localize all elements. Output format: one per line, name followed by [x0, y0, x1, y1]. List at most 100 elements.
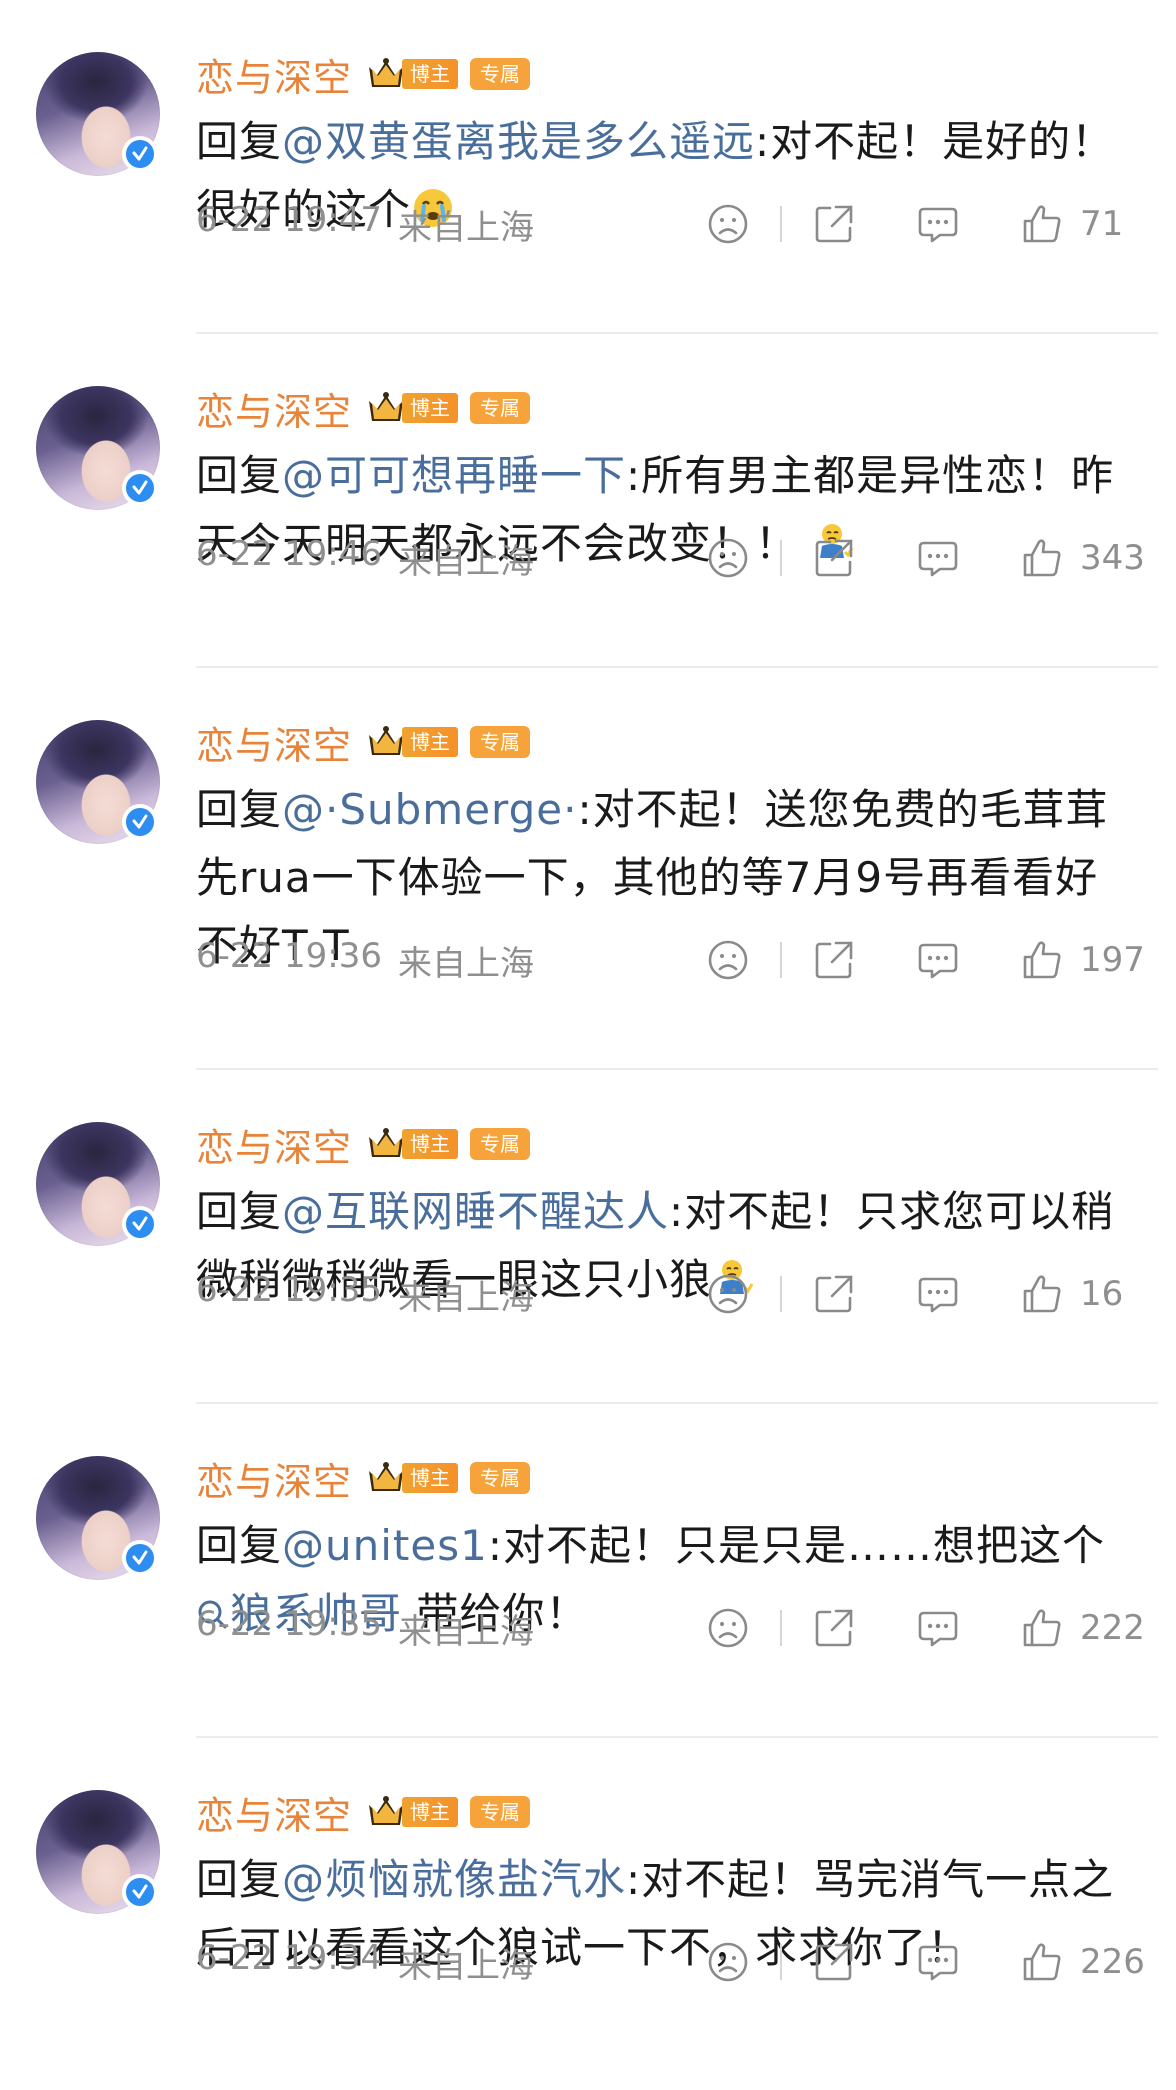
comment-item: 恋与深空 博主 专属 回复@双黄蛋离我是多么遥远:对不起！是好的！很好的这个 6…	[0, 0, 1176, 334]
divider	[780, 206, 782, 242]
dislike-icon[interactable]	[706, 1606, 750, 1650]
verified-icon	[122, 804, 158, 840]
comment-icon[interactable]	[916, 536, 960, 580]
timestamp: 6-22 19:35	[196, 1603, 382, 1644]
username[interactable]: 恋与深空	[196, 715, 352, 770]
blogger-badge: 博主	[402, 1129, 459, 1159]
crown-badge: 博主	[366, 55, 459, 93]
divider	[780, 942, 782, 978]
avatar[interactable]	[36, 52, 160, 176]
verified-icon	[122, 1206, 158, 1242]
dislike-icon[interactable]	[706, 1272, 750, 1316]
like-icon[interactable]	[1020, 202, 1064, 246]
comment-icon[interactable]	[916, 1272, 960, 1316]
like-icon[interactable]	[1020, 1606, 1064, 1650]
mention-link[interactable]: @双黄蛋离我是多么遥远	[282, 117, 755, 166]
location: 来自上海	[397, 1945, 534, 1986]
crown-icon	[369, 1796, 404, 1825]
dislike-icon[interactable]	[706, 536, 750, 580]
avatar[interactable]	[36, 720, 160, 844]
comment-body: :对不起！只是只是……想把这个	[487, 1521, 1105, 1570]
username[interactable]: 恋与深空	[196, 1785, 352, 1840]
exclusive-badge: 专属	[470, 1128, 531, 1160]
crown-badge: 博主	[366, 723, 459, 761]
share-icon[interactable]	[812, 202, 856, 246]
blogger-badge: 博主	[402, 1797, 459, 1827]
avatar[interactable]	[36, 386, 160, 510]
comment-item: 恋与深空 博主 专属 回复@烦恼就像盐汽水:对不起！骂完消气一点之后可以看看这个…	[0, 1738, 1176, 2090]
exclusive-badge: 专属	[470, 58, 531, 90]
share-icon[interactable]	[812, 1272, 856, 1316]
like-icon[interactable]	[1020, 938, 1064, 982]
comment-item: 恋与深空 博主 专属 回复@可可想再睡一下:所有男主都是异性恋！昨天今天明天都永…	[0, 334, 1176, 668]
avatar[interactable]	[36, 1122, 160, 1246]
like-count: 197	[1080, 940, 1145, 980]
mention-link[interactable]: @互联网睡不醒达人	[282, 1187, 669, 1236]
exclusive-badge: 专属	[470, 726, 531, 758]
divider	[780, 1276, 782, 1312]
reply-prefix: 回复	[196, 1855, 283, 1904]
blogger-badge: 博主	[402, 393, 459, 423]
share-icon[interactable]	[812, 1940, 856, 1984]
exclusive-badge: 专属	[470, 1796, 531, 1828]
like-icon[interactable]	[1020, 1272, 1064, 1316]
comment-item: 恋与深空 博主 专属 回复@互联网睡不醒达人:对不起！只求您可以稍微稍微稍微看一…	[0, 1070, 1176, 1404]
username[interactable]: 恋与深空	[196, 381, 352, 436]
reply-prefix: 回复	[196, 785, 283, 834]
timestamp: 6-22 19:35	[196, 1269, 382, 1310]
like-count: 343	[1080, 538, 1145, 578]
dislike-icon[interactable]	[706, 938, 750, 982]
divider	[780, 1944, 782, 1980]
reply-prefix: 回复	[196, 1521, 283, 1570]
timestamp: 6-22 19:36	[196, 935, 382, 976]
username[interactable]: 恋与深空	[196, 47, 352, 102]
username[interactable]: 恋与深空	[196, 1451, 352, 1506]
share-icon[interactable]	[812, 1606, 856, 1650]
username[interactable]: 恋与深空	[196, 1117, 352, 1172]
mention-link[interactable]: @烦恼就像盐汽水	[282, 1855, 626, 1904]
like-count: 222	[1080, 1608, 1145, 1648]
verified-icon	[122, 1874, 158, 1910]
crown-badge: 博主	[366, 1793, 459, 1831]
location: 来自上海	[397, 1611, 534, 1652]
comment-item: 恋与深空 博主 专属 回复@unites1:对不起！只是只是……想把这个狼系帅哥…	[0, 1404, 1176, 1738]
crown-icon	[369, 1462, 404, 1491]
divider	[780, 540, 782, 576]
share-icon[interactable]	[812, 938, 856, 982]
avatar[interactable]	[36, 1790, 160, 1914]
reply-prefix: 回复	[196, 1187, 283, 1236]
dislike-icon[interactable]	[706, 1940, 750, 1984]
location: 来自上海	[397, 541, 534, 582]
dislike-icon[interactable]	[706, 202, 750, 246]
share-icon[interactable]	[812, 536, 856, 580]
timestamp: 6-22 19:46	[196, 533, 382, 574]
like-icon[interactable]	[1020, 1940, 1064, 1984]
timestamp: 6-22 19:47	[196, 199, 382, 240]
blogger-badge: 博主	[402, 59, 459, 89]
like-count: 16	[1080, 1274, 1124, 1314]
crown-icon	[369, 1128, 404, 1157]
comment-icon[interactable]	[916, 1940, 960, 1984]
avatar[interactable]	[36, 1456, 160, 1580]
blogger-badge: 博主	[402, 727, 459, 757]
location: 来自上海	[397, 943, 534, 984]
exclusive-badge: 专属	[470, 392, 531, 424]
mention-link[interactable]: @unites1	[282, 1521, 488, 1570]
comment-item: 恋与深空 博主 专属 回复@·Submerge·:对不起！送您免费的毛茸茸先ru…	[0, 668, 1176, 1070]
like-count: 226	[1080, 1942, 1145, 1982]
verified-icon	[122, 470, 158, 506]
blogger-badge: 博主	[402, 1463, 459, 1493]
comment-icon[interactable]	[916, 938, 960, 982]
mention-link[interactable]: @可可想再睡一下	[282, 451, 626, 500]
like-icon[interactable]	[1020, 536, 1064, 580]
timestamp: 6-22 19:34	[196, 1937, 382, 1978]
comment-icon[interactable]	[916, 1606, 960, 1650]
crown-icon	[369, 58, 404, 87]
like-count: 71	[1080, 204, 1124, 244]
reply-prefix: 回复	[196, 117, 283, 166]
exclusive-badge: 专属	[470, 1462, 531, 1494]
crown-badge: 博主	[366, 389, 459, 427]
location: 来自上海	[397, 1277, 534, 1318]
mention-link[interactable]: @·Submerge·	[282, 785, 577, 834]
comment-icon[interactable]	[916, 202, 960, 246]
